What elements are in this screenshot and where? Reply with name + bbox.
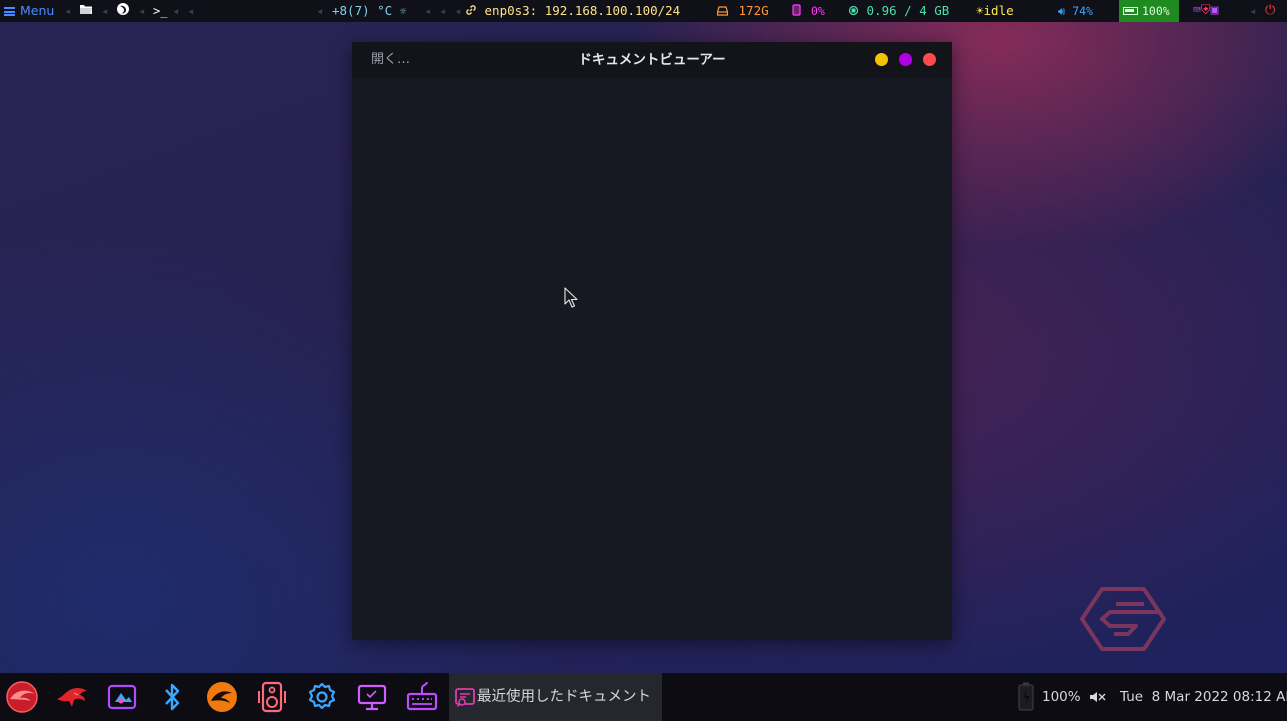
keyboard-tray-icon[interactable]: ⌨ bbox=[1193, 3, 1201, 18]
cpu-icon bbox=[792, 4, 801, 16]
link-icon bbox=[466, 5, 476, 15]
network-address: enp0s3: 192.168.100.100/24 bbox=[484, 3, 681, 18]
eagle-app-icon[interactable] bbox=[54, 679, 90, 715]
open-button[interactable]: 開く… bbox=[371, 42, 410, 78]
network-widget: enp0s3: 192.168.100.100/24 bbox=[465, 0, 680, 22]
memory-usage: 0.96 / 4 GB bbox=[866, 3, 950, 18]
desktop-logo-icon bbox=[1080, 587, 1166, 651]
bluetooth-icon[interactable] bbox=[154, 679, 190, 715]
screen-tray-icon[interactable]: ▣ bbox=[1211, 3, 1219, 18]
taskbar-item-recent-documents[interactable]: 最近使用したドキュメント bbox=[449, 673, 662, 721]
battery-charging-icon[interactable] bbox=[1015, 681, 1037, 713]
browser-icon[interactable] bbox=[116, 0, 130, 22]
mouse-pointer-icon bbox=[564, 287, 578, 308]
disk-widget: 172G bbox=[716, 0, 769, 22]
temperature-value: +8(7) °C bbox=[332, 3, 393, 18]
separator: ◂ bbox=[101, 3, 109, 18]
terminal-icon[interactable]: >_ bbox=[153, 0, 167, 22]
power-icon[interactable]: ⏻ bbox=[1265, 0, 1275, 22]
display-settings-icon[interactable] bbox=[354, 679, 390, 715]
hamburger-icon bbox=[4, 7, 15, 16]
battery-icon bbox=[1123, 7, 1138, 15]
sun-icon: ☀ bbox=[976, 3, 984, 18]
separator: ◂ bbox=[64, 3, 72, 18]
system-tray: ⌨⛨▣ bbox=[1193, 0, 1218, 22]
dragon-app-icon[interactable] bbox=[204, 679, 240, 715]
taskbar-item-label: 最近使用したドキュメント bbox=[477, 689, 651, 705]
shield-tray-icon[interactable]: ⛨ bbox=[1201, 3, 1211, 18]
cpu-widget: 0% bbox=[792, 0, 825, 22]
battery-level: 100% bbox=[1142, 4, 1170, 18]
volume-level: 74% bbox=[1072, 4, 1093, 18]
drawing-app-icon[interactable] bbox=[104, 679, 140, 715]
separator: ◂ bbox=[138, 3, 146, 18]
volume-mute-icon[interactable] bbox=[1089, 690, 1107, 704]
settings-gear-icon[interactable] bbox=[304, 679, 340, 715]
memory-widget: 0.96 / 4 GB bbox=[848, 0, 949, 22]
maximize-button[interactable] bbox=[899, 53, 912, 66]
close-button[interactable] bbox=[923, 53, 936, 66]
document-area bbox=[352, 78, 952, 640]
separator: ◂ ◂ bbox=[172, 3, 195, 18]
separator: ◂ ◂ ◂ bbox=[424, 3, 462, 18]
window-titlebar[interactable]: 開く… ドキュメントビューアー bbox=[352, 42, 952, 78]
separator: ◂ bbox=[1249, 3, 1257, 18]
disk-free: 172G bbox=[738, 3, 769, 18]
separator: ◂ bbox=[316, 3, 324, 18]
minimize-button[interactable] bbox=[875, 53, 888, 66]
status-widget: ☀idle bbox=[976, 0, 1014, 22]
battery-percentage: 100% bbox=[1042, 689, 1081, 705]
menu-label: Menu bbox=[20, 3, 55, 18]
distro-menu-icon[interactable] bbox=[4, 679, 40, 715]
menu-button[interactable]: Menu bbox=[4, 0, 54, 22]
keyboard-settings-icon[interactable] bbox=[404, 679, 440, 715]
document-viewer-window: 開く… ドキュメントビューアー bbox=[352, 42, 952, 640]
bottom-taskbar: 最近使用したドキュメント 100% Tue 8 Mar 2022 08:12 A… bbox=[0, 673, 1287, 721]
speaker-icon: 🔊︎ bbox=[1058, 4, 1066, 18]
memory-icon bbox=[848, 5, 859, 16]
cpu-usage: 0% bbox=[810, 4, 825, 18]
weather-sun-icon: ☼ bbox=[399, 5, 407, 18]
volume-widget[interactable]: 🔊︎ 74% bbox=[1058, 0, 1093, 22]
battery-widget: 100% bbox=[1119, 0, 1179, 22]
speaker-app-icon[interactable] bbox=[254, 679, 290, 715]
clock[interactable]: Tue 8 Mar 2022 08:12 AM bbox=[1120, 673, 1287, 721]
disk-icon bbox=[716, 6, 729, 16]
window-title: ドキュメントビューアー bbox=[578, 52, 726, 68]
top-status-bar: Menu ◂ ◂ ◂ >_ ◂ ◂ ◂ +8(7) °C ☼ ◂ ◂ ◂ enp… bbox=[0, 0, 1287, 22]
folder-icon[interactable] bbox=[79, 0, 93, 22]
document-viewer-icon bbox=[455, 688, 475, 708]
temperature-widget: +8(7) °C ☼ bbox=[332, 0, 406, 22]
status-text: idle bbox=[983, 3, 1014, 18]
